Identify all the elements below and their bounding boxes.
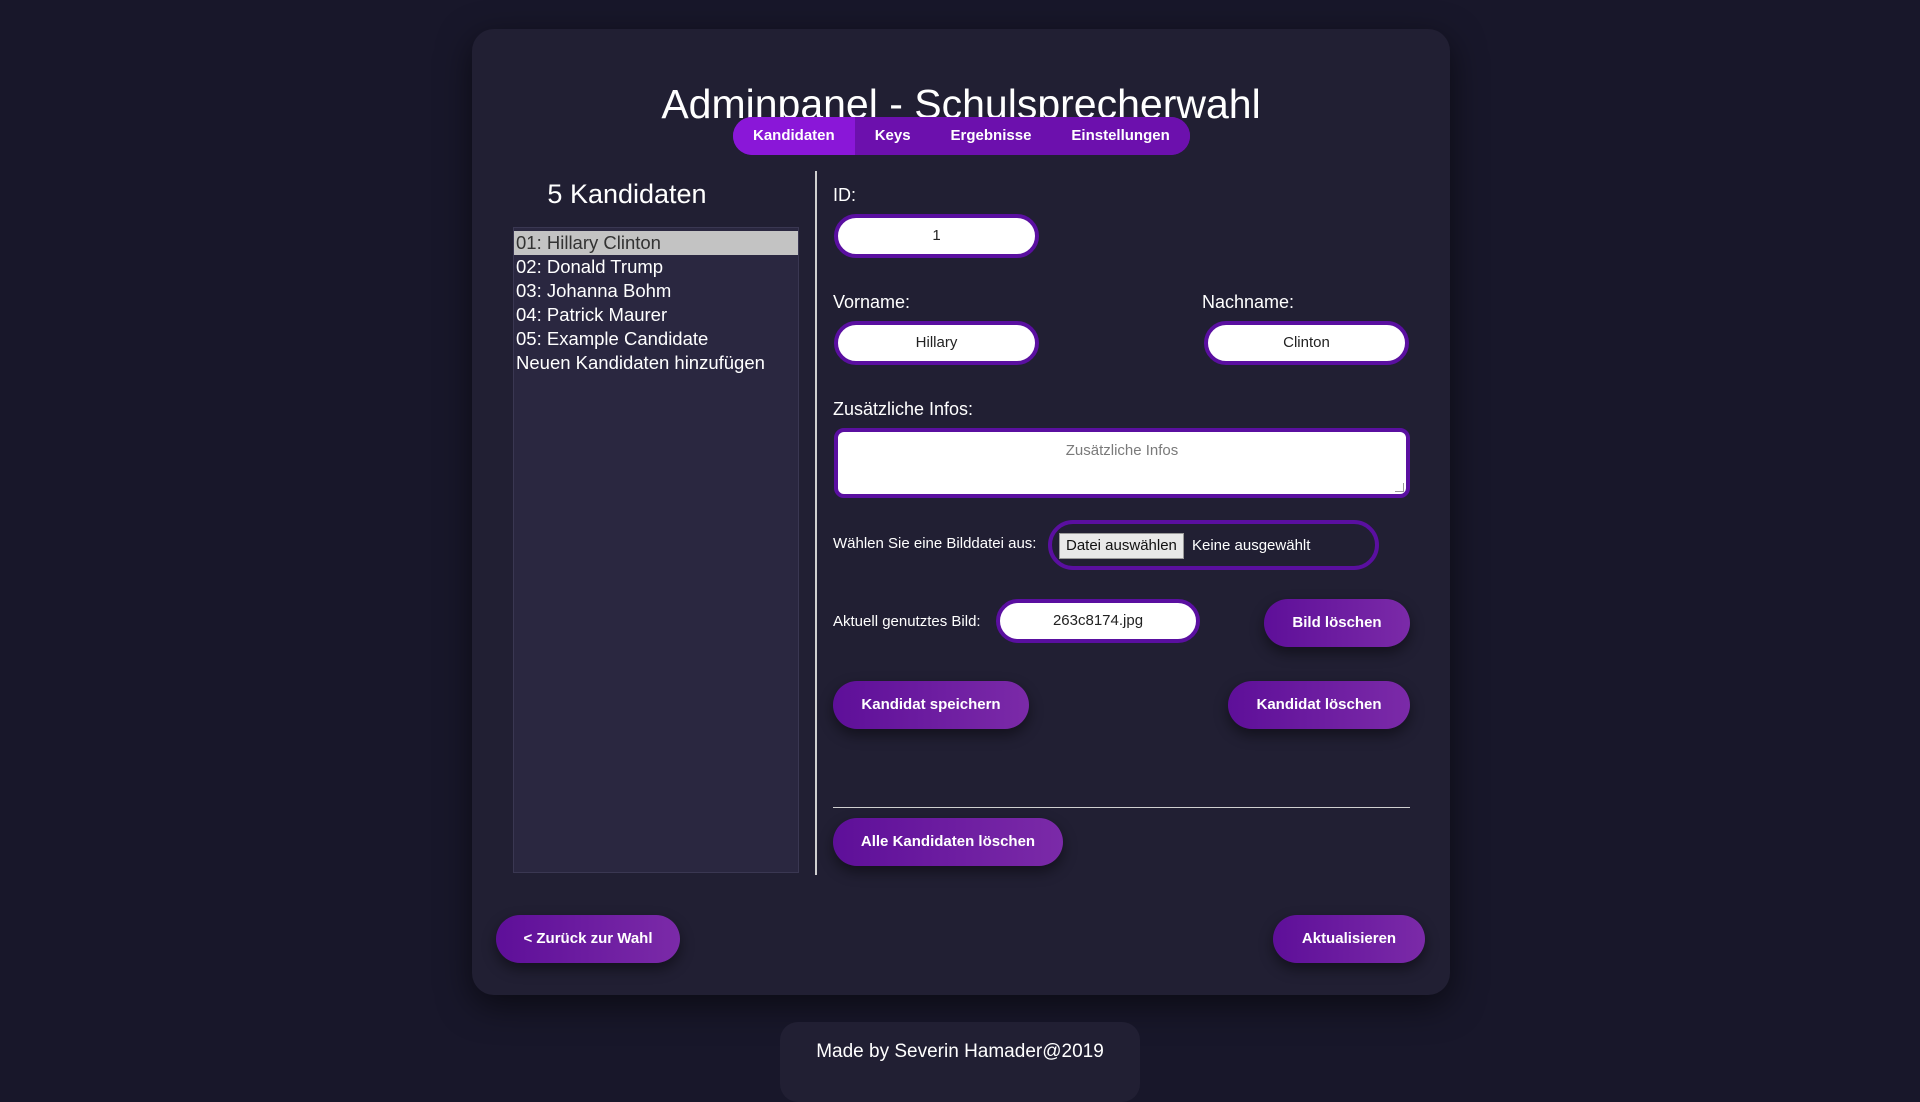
footer-text: Made by Severin Hamader@2019 (816, 1041, 1104, 1062)
file-label: Wählen Sie eine Bilddatei aus: (833, 535, 1037, 552)
candidate-count-title: 5 Kandidaten (547, 179, 707, 209)
candidate-list[interactable]: 01: Hillary Clinton 02: Donald Trump 03:… (513, 227, 799, 873)
current-image-field[interactable]: 263c8174.jpg (996, 599, 1200, 643)
horizontal-divider (833, 807, 1410, 808)
tab-ergebnisse[interactable]: Ergebnisse (930, 117, 1052, 155)
info-label: Zusätzliche Infos: (833, 399, 974, 419)
delete-image-button[interactable]: Bild löschen (1264, 599, 1410, 647)
list-item-candidate-05[interactable]: 05: Example Candidate (514, 327, 798, 351)
admin-panel: Adminpanel - Schulsprecherwahl Kandidate… (472, 29, 1450, 995)
refresh-button[interactable]: Aktualisieren (1273, 915, 1425, 963)
resize-grip-icon[interactable] (1395, 483, 1404, 492)
footer: Made by Severin Hamader@2019 (780, 1022, 1140, 1102)
tab-bar: Kandidaten Keys Ergebnisse Einstellungen (733, 117, 1190, 155)
file-status: Keine ausgewählt (1192, 537, 1311, 554)
info-textarea[interactable]: Zusätzliche Infos (834, 428, 1410, 498)
firstname-label: Vorname: (833, 292, 911, 312)
tab-einstellungen[interactable]: Einstellungen (1051, 117, 1190, 155)
file-input[interactable]: Datei auswählen Keine ausgewählt (1048, 520, 1379, 570)
list-item-candidate-02[interactable]: 02: Donald Trump (514, 255, 798, 279)
tab-kandidaten[interactable]: Kandidaten (733, 117, 855, 155)
id-field[interactable]: 1 (834, 214, 1039, 258)
save-candidate-button[interactable]: Kandidat speichern (833, 681, 1029, 729)
delete-candidate-button[interactable]: Kandidat löschen (1228, 681, 1410, 729)
choose-file-button[interactable]: Datei auswählen (1059, 533, 1184, 559)
list-item-candidate-03[interactable]: 03: Johanna Bohm (514, 279, 798, 303)
list-item-add-candidate[interactable]: Neuen Kandidaten hinzufügen (514, 351, 798, 375)
current-image-label: Aktuell genutztes Bild: (833, 613, 981, 630)
delete-all-candidates-button[interactable]: Alle Kandidaten löschen (833, 818, 1063, 866)
tab-keys[interactable]: Keys (854, 117, 931, 155)
lastname-field[interactable]: Clinton (1204, 321, 1409, 365)
lastname-label: Nachname: (1202, 292, 1295, 312)
firstname-field[interactable]: Hillary (834, 321, 1039, 365)
vertical-divider (815, 171, 817, 875)
id-label: ID: (833, 185, 857, 205)
back-to-election-button[interactable]: < Zurück zur Wahl (496, 915, 680, 963)
info-placeholder: Zusätzliche Infos (1065, 442, 1179, 459)
list-item-candidate-04[interactable]: 04: Patrick Maurer (514, 303, 798, 327)
list-item-candidate-01[interactable]: 01: Hillary Clinton (514, 231, 798, 255)
